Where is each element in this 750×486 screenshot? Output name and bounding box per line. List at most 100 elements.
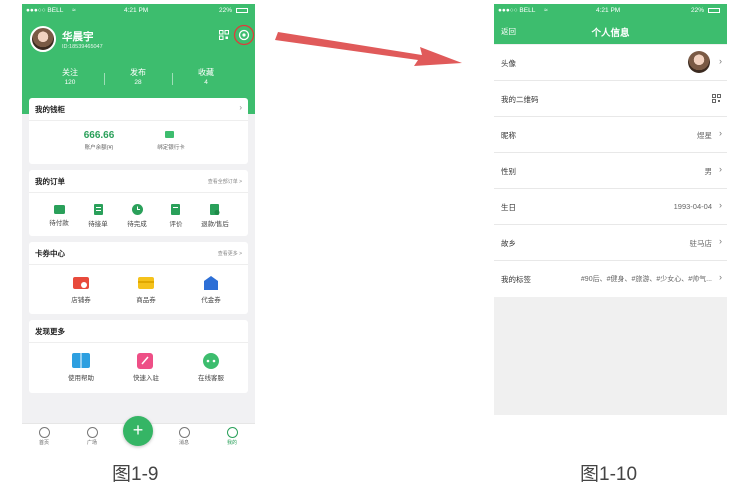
user-icon [226,427,238,438]
chevron-right-icon: › [719,200,722,210]
row-avatar[interactable]: 头像 › [494,45,727,81]
discover-label: 在线客服 [198,375,224,382]
tab-label: 首页 [38,440,49,446]
store-coupon-icon [73,277,89,289]
wallet-icon [53,205,65,214]
chevron-right-icon: › [719,164,722,174]
profile-name: 华晨宇 [62,31,94,43]
figure-caption-right: 图1-10 [580,464,638,485]
page-title: 个人信息 [591,28,630,39]
coupon-label: 代金券 [201,297,221,304]
document-icon [93,204,103,215]
wifi-icon: ≈ [72,7,76,14]
order-refund[interactable]: 退款/售后 [193,204,237,228]
row-label: 我的标签 [501,275,531,284]
orders-card: 我的订单 查看全部订单 > 待付款 待接单 待完成 评价 退款/售后 [29,170,248,236]
avatar[interactable] [30,26,56,52]
order-review[interactable]: 评价 [154,204,198,228]
stat-label: 收藏 [198,68,214,77]
stat-value: 28 [134,79,142,86]
chevron-right-icon: › [239,103,242,112]
tab-messages[interactable]: 消息 [169,427,199,446]
stat-posts[interactable]: 发布 28 [108,67,168,86]
order-pending-payment[interactable]: 待付款 [37,204,81,227]
clock-icon [131,204,143,215]
stat-value: 120 [64,79,76,86]
divider [29,120,248,121]
divider [104,73,105,85]
stat-label: 发布 [130,68,146,77]
stat-favorites[interactable]: 收藏 4 [176,67,236,86]
row-value: 1993-04-04 [673,202,712,211]
divider [172,73,173,85]
view-more-coupons-link[interactable]: 查看更多 > [218,250,242,257]
carrier-label: ●●●○○ BELL [26,7,64,14]
bind-card-link[interactable]: 绑定银行卡 [151,143,191,151]
carrier-label: ●●●○○ BELL [498,7,536,14]
clock-label: 4:21 PM [124,7,149,14]
row-label: 头像 [501,59,516,68]
order-item-label: 待接单 [88,221,108,228]
row-value: 煜星 [697,131,712,140]
card-icon [165,131,174,138]
chevron-right-icon: › [719,272,722,282]
coupon-product[interactable]: 商品券 [124,275,168,304]
battery-icon [236,8,248,13]
coupon-label: 店铺券 [71,297,91,304]
wallet-card[interactable]: 我的钱柜 › 666.66 账户余额(¥) 绑定银行卡 [29,98,248,164]
square-icon [86,427,98,438]
battery-label: 22% [219,7,233,14]
discover-service[interactable]: 在线客服 [189,352,233,382]
balance-value: 666.66 [83,130,115,141]
row-gender[interactable]: 性别 男 › [494,153,727,189]
chevron-right-icon: › [719,56,722,66]
voucher-icon [204,276,218,290]
discover-card: 发现更多 使用帮助 快速入驻 在线客服 [29,320,248,393]
row-qrcode[interactable]: 我的二维码 [494,81,727,117]
arrow-icon [275,32,462,66]
row-birthday[interactable]: 生日 1993-04-04 › [494,189,727,225]
row-tags[interactable]: 我的标签 #90后、#健身、#旅游、#少女心、#帅气... › [494,261,727,297]
order-pending-accept[interactable]: 待接单 [76,204,120,228]
balance-label: 账户余额(¥) [84,145,114,151]
discover-label: 快速入驻 [133,375,159,382]
coupon-voucher[interactable]: 代金券 [189,275,233,304]
tab-label: 我的 [226,440,237,446]
stat-label: 关注 [62,68,78,77]
divider [29,264,248,265]
row-value: 驻马店 [689,239,713,248]
tab-square[interactable]: 广场 [77,427,107,446]
row-label: 我的二维码 [501,95,539,104]
row-hometown[interactable]: 故乡 驻马店 › [494,225,727,261]
coupon-store[interactable]: 店铺券 [59,275,103,304]
qrcode-icon [712,94,721,103]
row-label: 生日 [501,203,516,212]
row-value: #90后、#健身、#旅游、#少女心、#帅气... [580,276,712,283]
row-label: 昵称 [501,131,516,140]
profile-screen: ●●●○○ BELL ≈ 4:21 PM 22% 华晨宇 ID:18539465… [22,4,255,452]
order-item-label: 待付款 [49,220,69,227]
settings-icon[interactable] [233,24,255,46]
discover-help[interactable]: 使用帮助 [59,352,103,382]
order-pending-complete[interactable]: 待完成 [115,204,159,228]
home-icon [38,427,50,438]
divider [29,342,248,343]
view-all-orders-link[interactable]: 查看全部订单 > [208,178,242,185]
tab-mine[interactable]: 我的 [217,427,247,446]
divider [29,192,248,193]
tab-home[interactable]: 首页 [29,427,59,446]
stat-following[interactable]: 关注 120 [40,67,100,86]
book-icon [72,353,90,368]
add-button[interactable]: + [123,416,153,446]
order-item-label: 待完成 [127,221,147,228]
product-coupon-icon [138,277,154,289]
discover-quick-join[interactable]: 快速入驻 [124,352,168,382]
wifi-icon: ≈ [544,7,548,14]
discover-title: 发现更多 [35,327,65,336]
message-icon [178,427,190,438]
qrcode-icon[interactable] [219,30,229,40]
row-nickname[interactable]: 昵称 煜星 › [494,117,727,153]
wallet-title: 我的钱柜 [35,105,65,114]
battery-label: 22% [691,7,705,14]
coupons-title: 卡券中心 [35,249,65,258]
